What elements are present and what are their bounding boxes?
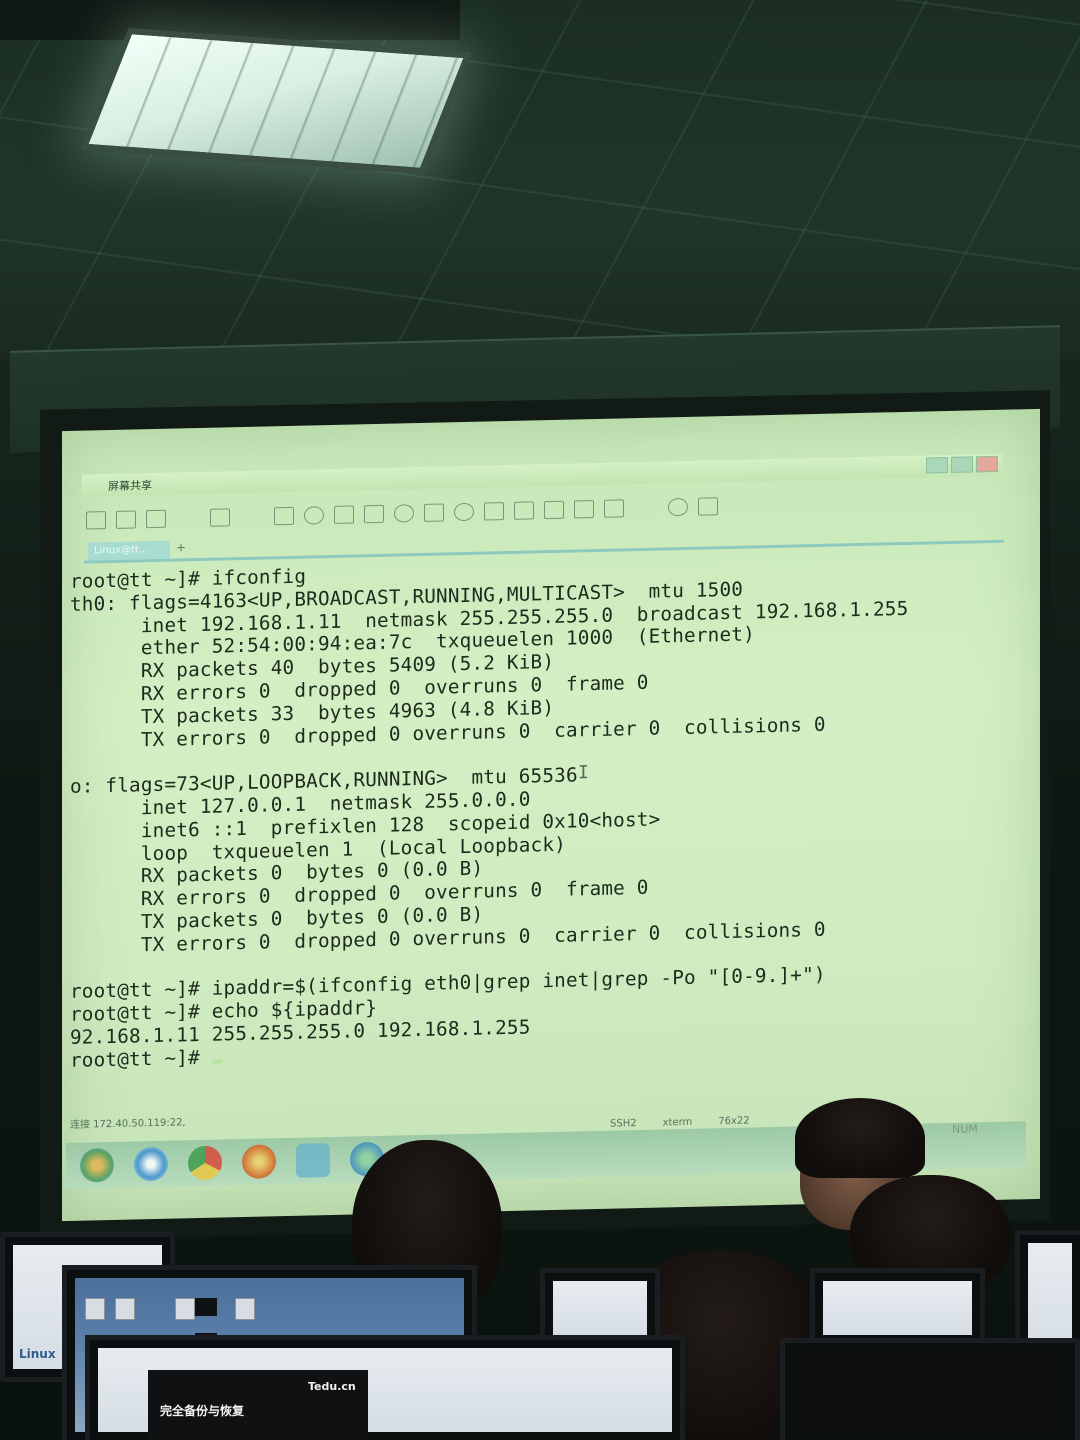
slide-panel: 完全备份与恢复 Tedu.cn <box>148 1370 368 1440</box>
open-folder-icon[interactable] <box>116 510 136 529</box>
terminal-cursor <box>211 1059 223 1064</box>
globe-icon[interactable] <box>394 504 414 523</box>
monitor-front-right <box>780 1338 1080 1440</box>
close-button[interactable] <box>976 455 998 473</box>
ie-browser-icon[interactable] <box>134 1146 168 1182</box>
ceiling-light <box>80 27 472 175</box>
monitor-far-right-back <box>810 1268 985 1348</box>
font-icon[interactable] <box>424 503 444 522</box>
file-manager-icon[interactable] <box>296 1143 330 1178</box>
protocol-label: SSH2 <box>610 1118 637 1130</box>
chrome-browser-icon[interactable] <box>188 1145 222 1181</box>
fullscreen-icon[interactable] <box>514 501 534 520</box>
layout-icon[interactable] <box>604 499 624 518</box>
tab-session[interactable]: Linux@tt... <box>88 540 170 561</box>
script-icon[interactable] <box>484 502 504 521</box>
window-title: 屏幕共享 <box>108 479 152 494</box>
firefox-browser-icon[interactable] <box>242 1144 276 1180</box>
tedu-logo: Tedu.cn <box>308 1380 356 1393</box>
new-session-icon[interactable] <box>86 511 106 530</box>
term-size-label: 76x22 <box>718 1115 750 1128</box>
copy-icon[interactable] <box>274 506 294 526</box>
desktop-file-icon <box>235 1298 255 1320</box>
start-button-icon[interactable] <box>80 1147 114 1183</box>
slide-title: 完全备份与恢复 <box>160 1404 245 1418</box>
keyboard-icon[interactable] <box>574 500 594 519</box>
help-icon[interactable] <box>668 497 688 517</box>
desktop-file-icon <box>175 1298 195 1320</box>
text-cursor-icon: I <box>578 762 589 784</box>
print-icon[interactable] <box>334 505 354 524</box>
connection-status: 连接 172.40.50.119:22, <box>70 1117 186 1131</box>
student-head-right <box>795 1098 925 1178</box>
transfer-icon[interactable] <box>364 504 384 524</box>
minimize-button[interactable] <box>926 456 948 474</box>
numlock-indicator: NUM <box>952 1122 978 1136</box>
chat-icon[interactable] <box>698 497 718 516</box>
window-icon[interactable] <box>210 508 230 527</box>
desktop-file-icon <box>115 1298 135 1320</box>
add-tab-button[interactable]: + <box>176 540 186 554</box>
monitor-side-label: Linux <box>19 1347 56 1361</box>
term-type-label: xterm <box>662 1116 693 1129</box>
ceiling-fixture <box>0 0 460 40</box>
projected-screen: 屏幕共享 Linux@tt... + root@tt ~]# ifconfig … <box>62 408 1040 1222</box>
search-icon[interactable] <box>304 506 324 525</box>
terminal-output[interactable]: root@tt ~]# ifconfig th0: flags=4163<UP,B… <box>70 550 1010 1073</box>
desktop-file-icon <box>85 1298 105 1320</box>
maximize-button[interactable] <box>951 456 973 473</box>
settings-icon[interactable] <box>454 502 474 522</box>
connect-icon[interactable] <box>146 509 166 529</box>
window-controls <box>926 455 998 474</box>
classroom-photo: 屏幕共享 Linux@tt... + root@tt ~]# ifconfig … <box>0 0 1080 1440</box>
monitor-front-left: 完全备份与恢复 Tedu.cn <box>85 1335 685 1440</box>
lock-icon[interactable] <box>544 500 564 520</box>
